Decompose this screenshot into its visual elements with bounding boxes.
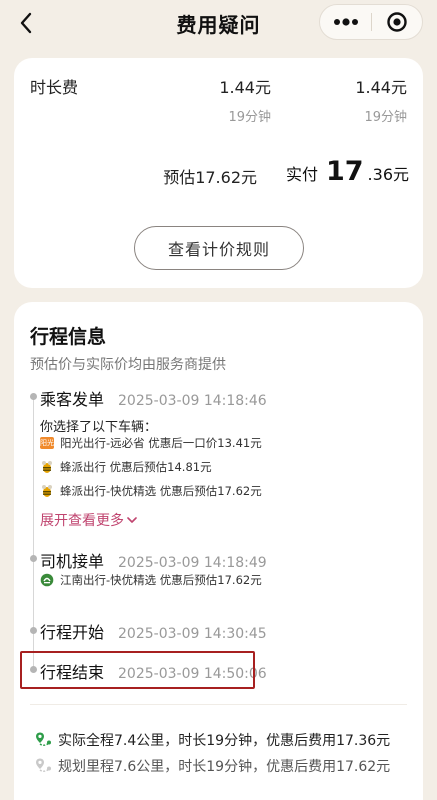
- vehicle-option-text: 阳光出行-远必省 优惠后一口价13.41元: [60, 436, 262, 450]
- back-button[interactable]: [12, 8, 40, 38]
- event-title: 司机接单: [40, 552, 105, 571]
- planned-route-summary: 规划里程7.6公里，时长19分钟，优惠后费用17.62元: [34, 756, 390, 776]
- event-time: 2025-03-09 14:18:49: [118, 555, 267, 571]
- event-description: 你选择了以下车辆：: [40, 420, 158, 435]
- fee-actual-amount: 1.44元: [355, 78, 407, 97]
- timeline-event-driver-accepted: 司机接单 2025-03-09 14:18:49: [40, 548, 267, 572]
- timeline-dot: [30, 555, 37, 562]
- chevron-down-icon: [127, 517, 137, 523]
- mini-program-capsule: [319, 4, 423, 40]
- event-time: 2025-03-09 14:18:46: [118, 393, 267, 409]
- summary-text: 规划里程7.6公里，时长19分钟，优惠后费用17.62元: [58, 759, 391, 775]
- more-button[interactable]: [320, 5, 371, 39]
- target-close-icon: [387, 12, 407, 32]
- expand-more-label: 展开查看更多: [40, 513, 124, 529]
- timeline-dot: [30, 627, 37, 634]
- timeline-event-trip-start: 行程开始 2025-03-09 14:30:45: [40, 619, 267, 643]
- bee-icon: [42, 485, 52, 497]
- sunshine-logo-icon: 阳光: [40, 437, 54, 449]
- vehicle-option-text: 蜂派出行 优惠后预估14.81元: [60, 460, 212, 474]
- fee-actual-duration: 19分钟: [364, 110, 407, 125]
- fee-actual-column: 1.44元 19分钟: [355, 74, 407, 125]
- navigation-bar: 费用疑问: [0, 0, 437, 46]
- event-time: 2025-03-09 14:30:45: [118, 626, 267, 642]
- event-title: 行程开始: [40, 623, 105, 642]
- fee-card: 时长费 1.44元 19分钟 1.44元 19分钟 预估17.62元 实付 17…: [14, 58, 423, 288]
- bee-icon: [42, 461, 52, 473]
- vehicle-option: 阳光 阳光出行-远必省 优惠后一口价13.41元: [40, 435, 262, 451]
- section-title: 行程信息: [30, 326, 107, 348]
- actual-route-summary: 实际全程7.4公里，时长19分钟，优惠后费用17.36元: [34, 730, 390, 750]
- fee-item-name: 时长费: [30, 78, 79, 97]
- more-dots-icon: [333, 18, 358, 26]
- vehicle-option: 蜂派出行 优惠后预估14.81元: [40, 459, 212, 475]
- timeline-dot: [30, 393, 37, 400]
- vehicle-option-text: 江南出行-快优精选 优惠后预估17.62元: [60, 573, 262, 587]
- section-note: 预估价与实际价均由服务商提供: [30, 357, 226, 373]
- total-actual-label: 实付: [285, 165, 318, 184]
- route-pin-icon: [36, 732, 51, 747]
- view-pricing-rules-button[interactable]: 查看计价规则: [134, 226, 304, 270]
- summary-text: 实际全程7.4公里，时长19分钟，优惠后费用17.36元: [58, 733, 391, 749]
- jiangnan-logo-icon: [40, 573, 54, 587]
- fee-estimate-column: 1.44元 19分钟: [219, 74, 271, 125]
- page-title: 费用疑问: [176, 12, 261, 37]
- trip-info-card: 行程信息 预估价与实际价均由服务商提供 乘客发单 2025-03-09 14:1…: [14, 302, 423, 800]
- vehicle-option: 江南出行-快优精选 优惠后预估17.62元: [40, 572, 262, 588]
- fee-estimate-amount: 1.44元: [219, 78, 271, 97]
- chevron-left-icon: [20, 12, 32, 34]
- route-pin-icon: [36, 758, 51, 773]
- total-actual: 实付 17.36元: [286, 156, 409, 187]
- expand-more-link[interactable]: 展开查看更多: [40, 510, 138, 530]
- vehicle-option: 蜂派出行-快优精选 优惠后预估17.62元: [40, 483, 262, 499]
- fee-estimate-duration: 19分钟: [228, 110, 271, 125]
- total-actual-integer: 17: [325, 156, 364, 187]
- event-title: 乘客发单: [40, 390, 105, 409]
- total-estimate: 预估17.62元: [163, 168, 257, 187]
- section-divider: [30, 704, 407, 705]
- total-actual-decimal: .36元: [367, 165, 409, 184]
- vehicle-option-text: 蜂派出行-快优精选 优惠后预估17.62元: [60, 484, 262, 498]
- highlight-annotation-box: [20, 651, 255, 689]
- timeline-event-order-placed: 乘客发单 2025-03-09 14:18:46: [40, 386, 267, 410]
- close-button[interactable]: [372, 5, 422, 39]
